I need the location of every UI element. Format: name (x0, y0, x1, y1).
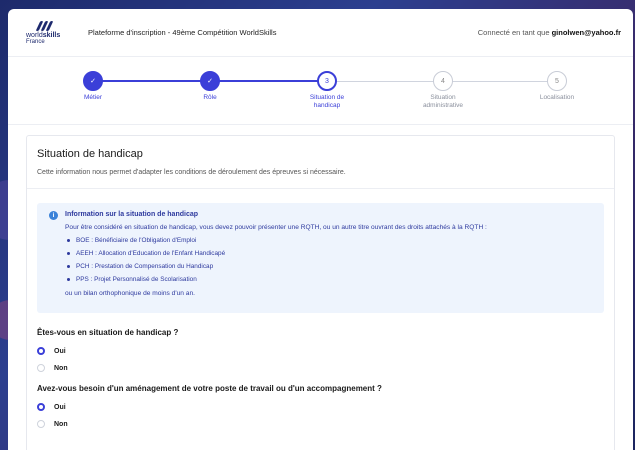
step-metier[interactable]: ✓ Métier (53, 71, 133, 102)
radio-amenagement-oui[interactable]: Oui (37, 403, 604, 411)
info-icon: i (49, 211, 58, 220)
radio-amenagement-non[interactable]: Non (37, 420, 604, 428)
user-prefix: Connecté en tant que (477, 28, 550, 37)
step-label: Rôle (203, 94, 217, 101)
handicap-panel: Situation de handicap Cette information … (26, 135, 615, 450)
radio-handicap-oui[interactable]: Oui (37, 347, 604, 355)
radio-label[interactable]: Oui (54, 348, 66, 355)
radio-button-checked[interactable] (37, 347, 45, 355)
logo-world-text: world (26, 31, 43, 39)
list-item: AEEH : Allocation d'Education de l'Enfan… (65, 250, 592, 257)
radio-label[interactable]: Non (54, 365, 68, 372)
radio-handicap-non[interactable]: Non (37, 364, 604, 372)
info-box: i Information sur la situation de handic… (37, 203, 604, 313)
worldskills-logo[interactable]: worldskills France (26, 18, 66, 48)
step-number: 3 (317, 71, 337, 91)
info-footer: ou un bilan orthophonique de moins d'un … (65, 290, 195, 297)
logo-country-text: France (26, 38, 45, 45)
header: worldskills France Plateforme d'inscript… (8, 9, 633, 57)
step-localisation[interactable]: 5 Localisation (517, 71, 597, 102)
info-list: BOE : Bénéficiaire de l'Obligation d'Emp… (65, 237, 592, 283)
radio-button[interactable] (37, 420, 45, 428)
step-label: Localisation (539, 94, 575, 101)
info-intro: Pour être considéré en situation de hand… (65, 224, 487, 231)
step-situation-handicap[interactable]: 3 Situation de handicap (287, 71, 367, 110)
radio-label[interactable]: Oui (54, 404, 66, 411)
page-title: Plateforme d'inscription - 49ème Compéti… (88, 28, 277, 37)
content: Situation de handicap Cette information … (8, 135, 633, 450)
main-card: worldskills France Plateforme d'inscript… (8, 9, 633, 450)
step-role[interactable]: ✓ Rôle (170, 71, 250, 102)
check-icon: ✓ (83, 71, 103, 91)
radio-button[interactable] (37, 364, 45, 372)
question-amenagement: Avez-vous besoin d'un aménagement de vot… (37, 384, 382, 393)
user-email: ginolwen@yahoo.fr (551, 28, 621, 37)
stepper: ✓ Métier ✓ Rôle 3 Situation de handicap … (8, 57, 633, 125)
radio-label[interactable]: Non (54, 421, 68, 428)
radio-button-checked[interactable] (37, 403, 45, 411)
list-item: PCH : Prestation de Compensation du Hand… (65, 263, 592, 270)
step-label: Métier (83, 94, 103, 101)
check-icon: ✓ (200, 71, 220, 91)
step-number: 5 (547, 71, 567, 91)
user-info: Connecté en tant que ginolwen@yahoo.fr (478, 28, 621, 37)
section-subtitle: Cette information nous permet d'adapter … (27, 169, 614, 189)
worldskills-logo-icon (35, 20, 56, 31)
list-item: PPS : Projet Personnalisé de Scolarisati… (65, 276, 592, 283)
step-number: 4 (433, 71, 453, 91)
question-handicap: Êtes-vous en situation de handicap ? (37, 328, 179, 337)
step-label: Situation administrative (422, 94, 464, 109)
list-item: BOE : Bénéficiaire de l'Obligation d'Emp… (65, 237, 592, 244)
step-situation-administrative[interactable]: 4 Situation administrative (403, 71, 483, 110)
step-label: Situation de handicap (309, 94, 345, 109)
info-title: Information sur la situation de handicap (65, 211, 199, 218)
section-title: Situation de handicap (37, 148, 143, 160)
logo-skills-text: skills (42, 31, 61, 39)
